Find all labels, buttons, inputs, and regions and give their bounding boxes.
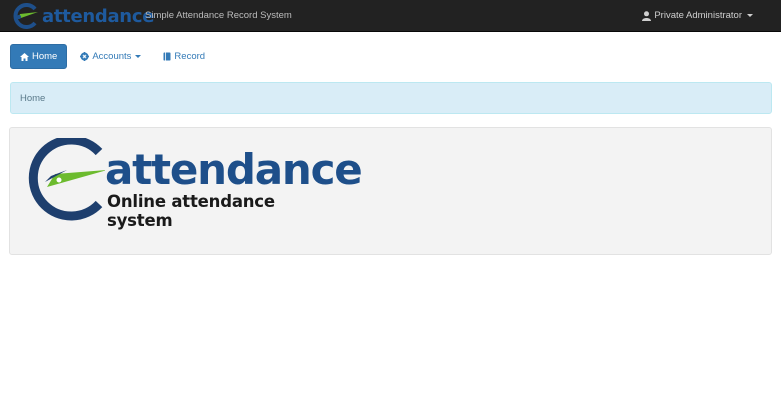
gear-icon [80,52,90,61]
welcome-panel: attendance Online attendance system [9,127,772,255]
brand-tagline: Simple Attendance Record System [145,10,292,21]
attendance-logo: attendance Online attendance system [21,138,363,230]
breadcrumb-current: Home [20,92,46,104]
book-icon [163,52,171,61]
logo-wordmark: attendance [105,145,363,194]
nav-home-tab[interactable]: Home [10,44,68,69]
brand-logo[interactable]: attendance [8,1,154,31]
nav-home-label: Home [32,51,58,62]
top-navbar: attendance Simple Attendance Record Syst… [0,0,781,32]
user-icon [642,10,652,21]
breadcrumb: Home [10,82,772,114]
nav-record-tab[interactable]: Record [154,44,214,69]
user-name: Private Administrator [654,10,742,21]
nav-accounts-label: Accounts [92,51,132,62]
caret-down-icon [135,55,142,58]
nav-record-label: Record [174,51,206,62]
caret-down-icon [747,14,753,17]
user-menu-toggle[interactable]: Private Administrator [642,10,753,21]
brand-name: attendance [42,5,155,27]
nav-accounts-dropdown[interactable]: Accounts [71,44,150,69]
home-icon [20,52,29,61]
main-nav: Home Accounts Record [10,44,218,69]
clock-logo-icon [13,3,38,29]
logo-subtitle: Online attendance system [107,192,275,230]
clock-logo-icon [28,138,105,221]
